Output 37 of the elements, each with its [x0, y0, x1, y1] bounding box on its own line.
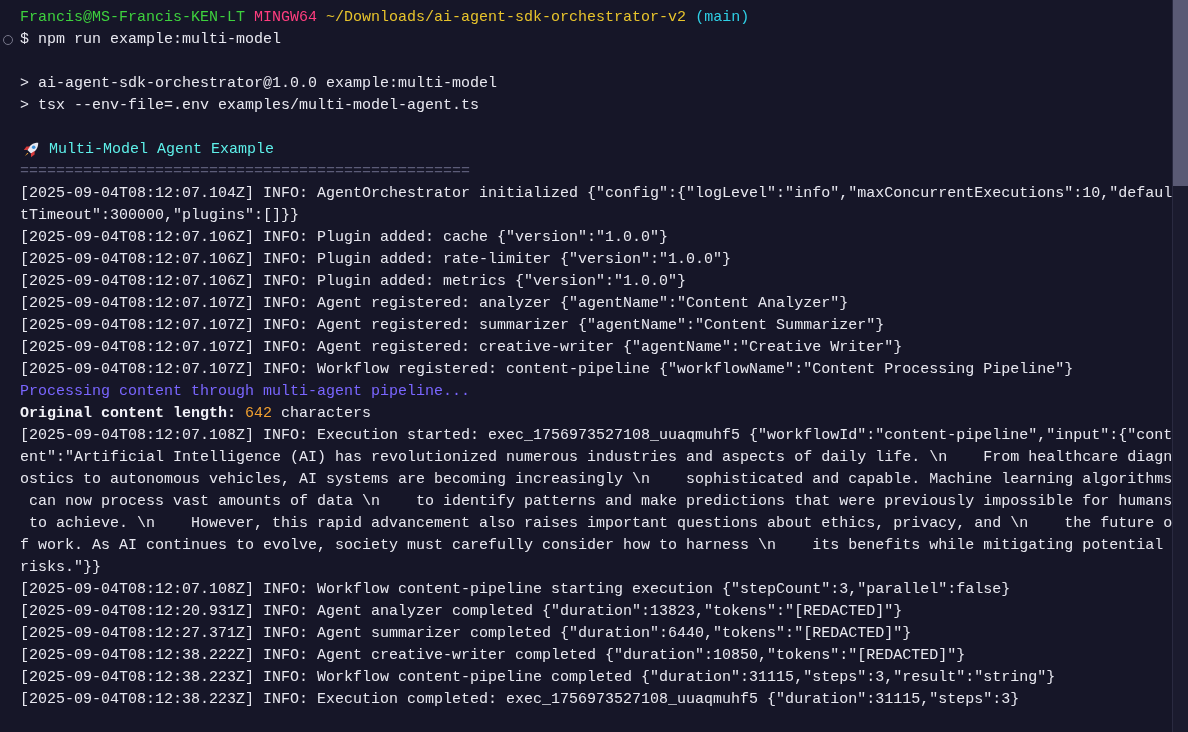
log-line: [2025-09-04T08:12:07.106Z] INFO: Plugin added: cache {"version":"1.0.0"}	[20, 228, 669, 248]
log-line: [2025-09-04T08:12:07.104Z] INFO: AgentOrchestrator initialized {"config":{"logLevel":"info","maxConcurrentExecutions":10,"defaul	[20, 184, 1173, 204]
rocket-icon	[22, 141, 40, 159]
log-line: ostics to autonomous vehicles, AI systems are becoming increasingly \n sophisticated and capable. Machine learning algorithms	[20, 470, 1173, 490]
log-line: [2025-09-04T08:12:38.223Z] INFO: Workflow content-pipeline completed {"duration":31115,"steps":3,"result":"string"}	[20, 668, 1056, 688]
log-line: [2025-09-04T08:12:07.106Z] INFO: Plugin added: metrics {"version":"1.0.0"}	[20, 272, 687, 292]
user-host: Francis@MS-Francis-KEN-LT	[20, 8, 246, 28]
example-title: Multi-Model Agent Example	[49, 140, 275, 160]
script-output: > ai-agent-sdk-orchestrator@1.0.0 example:multi-model	[20, 74, 498, 94]
log-line: risks."}}	[20, 558, 101, 578]
log-line: tTimeout":300000,"plugins":[]}}	[20, 206, 300, 226]
log-line: [2025-09-04T08:12:07.108Z] INFO: Workflow content-pipeline starting execution {"stepCount":3,"parallel":false}	[20, 580, 1011, 600]
log-line: [2025-09-04T08:12:07.108Z] INFO: Execution started: exec_1756973527108_uuaqmuhf5 {"workflowId":"content-pipeline","input":{"cont	[20, 426, 1173, 446]
git-branch: (main)	[695, 8, 750, 28]
log-line: [2025-09-04T08:12:07.107Z] INFO: Workflow registered: content-pipeline {"workflowName":"Content Processing Pipeline"}	[20, 360, 1074, 380]
log-line: to achieve. \n However, this rapid advancement also raises important questions about ethics, privacy, and \n the future o	[28, 514, 1173, 534]
log-line: [2025-09-04T08:12:20.931Z] INFO: Agent analyzer completed {"duration":13823,"tokens":"[REDACTED]"}	[20, 602, 903, 622]
log-line: [2025-09-04T08:12:38.223Z] INFO: Execution completed: exec_1756973527108_uuaqmuhf5 {"duration":31115,"steps":3}	[20, 690, 1020, 710]
log-line: [2025-09-04T08:12:38.222Z] INFO: Agent creative-writer completed {"duration":10850,"tokens":"[REDACTED]"}	[20, 646, 966, 666]
log-line: f work. As AI continues to evolve, society must carefully consider how to harness \n its benefits while mitigating potential	[20, 536, 1164, 556]
log-line: can now process vast amounts of data \n to identify patterns and make predictions that were previously impossible for humans	[28, 492, 1173, 512]
log-line: [2025-09-04T08:12:07.107Z] INFO: Agent registered: summarizer {"agentName":"Content Summarizer"}	[20, 316, 885, 336]
log-line: [2025-09-04T08:12:07.106Z] INFO: Plugin added: rate-limiter {"version":"1.0.0"}	[20, 250, 732, 270]
working-directory: ~/Downloads/ai-agent-sdk-orchestrator-v2	[326, 8, 687, 28]
log-line: [2025-09-04T08:12:07.107Z] INFO: Agent registered: creative-writer {"agentName":"Creative Writer"}	[20, 338, 903, 358]
content-length-unit: characters	[281, 404, 372, 424]
scrollbar-thumb[interactable]	[1173, 0, 1188, 186]
log-line: ent":"Artificial Intelligence (AI) has revolutionized numerous industries and aspects of daily life. \n From healthcare diagn	[20, 448, 1173, 468]
log-line: [2025-09-04T08:12:27.371Z] INFO: Agent summarizer completed {"duration":6440,"tokens":"[REDACTED]"}	[20, 624, 912, 644]
separator-text: ==================================================	[20, 162, 471, 182]
content-length-value: 642	[245, 404, 273, 424]
shell-name: MINGW64	[254, 8, 318, 28]
content-length-label: Original content length:	[20, 404, 237, 424]
script-output: > tsx --env-file=.env examples/multi-model-agent.ts	[20, 96, 480, 116]
status-message: Processing content through multi-agent pipeline...	[20, 382, 471, 402]
log-line: [2025-09-04T08:12:07.107Z] INFO: Agent registered: analyzer {"agentName":"Content Analyzer"}	[20, 294, 849, 314]
shell-command: $ npm run example:multi-model	[20, 30, 282, 50]
